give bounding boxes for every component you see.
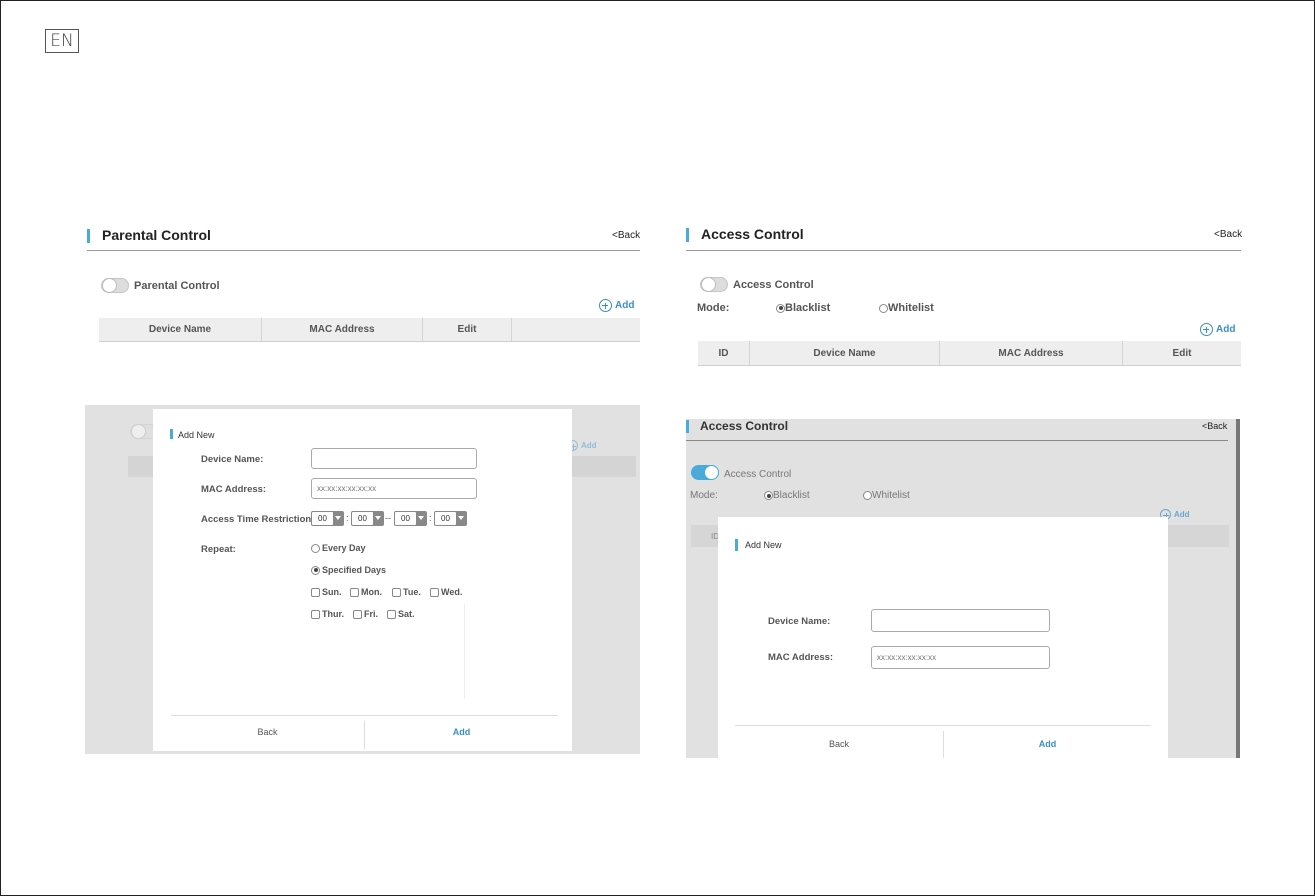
back-button[interactable]: Back — [735, 739, 943, 749]
mode-label: Mode: — [697, 302, 730, 314]
column-device-name: Device Name — [750, 341, 940, 365]
access-control-toggle[interactable] — [700, 277, 728, 292]
add-new-dialog: Add New Device Name: MAC Address: Access… — [153, 409, 572, 751]
day-checkbox-mon[interactable]: Mon. — [350, 587, 382, 597]
bg-back-link: <Back — [1202, 421, 1228, 431]
back-link[interactable]: <Back — [612, 230, 640, 241]
parental-add-new-screenshot: Add Add New Device Name: MAC Address: Ac… — [85, 405, 640, 754]
divider — [464, 604, 465, 699]
end-hour-select[interactable]: 00 — [394, 511, 427, 526]
column-id: ID — [698, 341, 750, 365]
column-edit: Edit — [1172, 347, 1192, 359]
checkbox-icon — [353, 609, 362, 619]
back-link[interactable]: <Back — [1214, 229, 1242, 240]
access-time-label: Access Time Restriction: — [201, 514, 315, 525]
divider — [686, 440, 1228, 441]
section-accent-bar — [87, 229, 90, 243]
dropdown-caret-icon — [375, 516, 381, 520]
parental-control-toggle[interactable] — [101, 278, 129, 293]
add-new-dialog: Add New Device Name: MAC Address: Back A… — [718, 517, 1168, 758]
divider — [686, 250, 1241, 251]
device-table-header: Device Name MAC Address Edit — [99, 318, 640, 342]
page-title: Access Control — [701, 226, 804, 242]
checkbox-icon — [311, 609, 320, 619]
bg-page-title: Access Control — [700, 419, 789, 433]
dialog-title: Add New — [745, 540, 782, 550]
day-checkbox-sat[interactable]: Sat. — [387, 609, 415, 619]
mac-address-input[interactable] — [871, 646, 1050, 669]
radio-checked-icon — [776, 303, 785, 313]
checkbox-icon — [311, 587, 320, 597]
add-label: Add — [615, 300, 635, 311]
mode-whitelist-radio[interactable]: Whitelist — [879, 302, 934, 314]
device-name-label: Device Name: — [201, 454, 264, 465]
section-accent-bar — [170, 429, 173, 439]
bg-mode-blacklist: Blacklist — [764, 490, 810, 501]
section-accent-bar — [735, 539, 738, 551]
plus-circle-icon — [1200, 323, 1213, 336]
every-day-radio[interactable]: Every Day — [311, 543, 366, 553]
mac-address-label: MAC Address: — [768, 652, 834, 663]
mac-address-input[interactable] — [311, 478, 477, 499]
back-button[interactable]: Back — [171, 727, 364, 737]
mode-blacklist-radio[interactable]: Blacklist — [776, 302, 830, 314]
specified-days-radio[interactable]: Specified Days — [311, 565, 386, 575]
device-table-header: ID Device Name MAC Address Edit — [698, 341, 1241, 366]
column-device-name: Device Name — [99, 318, 262, 341]
bg-access-control-toggle — [691, 465, 719, 480]
radio-unchecked-icon — [311, 543, 320, 553]
day-checkbox-fri[interactable]: Fri. — [353, 609, 378, 619]
repeat-label: Repeat: — [201, 544, 236, 555]
toggle-label: Access Control — [733, 279, 814, 291]
mac-address-label: MAC Address: — [201, 484, 267, 495]
device-name-label: Device Name: — [768, 616, 831, 627]
access-add-new-screenshot: Access Control <Back Access Control Mode… — [686, 419, 1240, 758]
add-button[interactable]: Add — [1200, 323, 1235, 336]
add-label: Add — [1216, 324, 1236, 335]
scrollbar — [1236, 419, 1240, 758]
radio-checked-icon — [311, 565, 320, 575]
page-title: Parental Control — [102, 227, 211, 243]
day-checkbox-sun[interactable]: Sun. — [311, 587, 342, 597]
toggle-label: Parental Control — [134, 280, 220, 292]
device-name-input[interactable] — [871, 609, 1050, 632]
checkbox-icon — [392, 587, 401, 597]
radio-unchecked-icon — [879, 303, 888, 313]
add-button[interactable]: Add — [365, 727, 558, 737]
footer-divider — [735, 725, 1151, 726]
column-edit: Edit — [423, 318, 512, 341]
radio-unchecked-icon — [863, 491, 872, 500]
day-checkbox-thur[interactable]: Thur. — [311, 609, 344, 619]
checkbox-icon — [387, 609, 396, 619]
day-checkbox-wed[interactable]: Wed. — [430, 587, 462, 597]
start-hour-select[interactable]: 00 — [311, 511, 344, 526]
add-button[interactable]: Add — [944, 739, 1151, 749]
section-accent-bar — [686, 420, 689, 433]
radio-checked-icon — [764, 491, 773, 500]
checkbox-icon — [350, 587, 359, 597]
bg-mode-whitelist: Whitelist — [863, 490, 910, 501]
add-button[interactable]: Add — [599, 299, 634, 312]
device-name-input[interactable] — [311, 448, 477, 469]
column-mac-address: MAC Address — [940, 341, 1123, 365]
bg-mode-label: Mode: — [690, 490, 718, 501]
end-minute-select[interactable]: 00 — [434, 511, 467, 526]
column-mac-address: MAC Address — [262, 318, 423, 341]
start-minute-select[interactable]: 00 — [351, 511, 384, 526]
footer-divider — [171, 715, 558, 716]
dropdown-caret-icon — [458, 516, 464, 520]
divider — [87, 250, 640, 251]
dialog-title: Add New — [178, 430, 215, 440]
checkbox-icon — [430, 587, 439, 597]
dropdown-caret-icon — [418, 516, 424, 520]
language-badge: EN — [45, 29, 79, 53]
section-accent-bar — [686, 228, 689, 242]
day-checkbox-tue[interactable]: Tue. — [392, 587, 421, 597]
plus-circle-icon — [599, 299, 612, 312]
dropdown-caret-icon — [335, 516, 341, 520]
bg-toggle-label: Access Control — [724, 469, 792, 480]
